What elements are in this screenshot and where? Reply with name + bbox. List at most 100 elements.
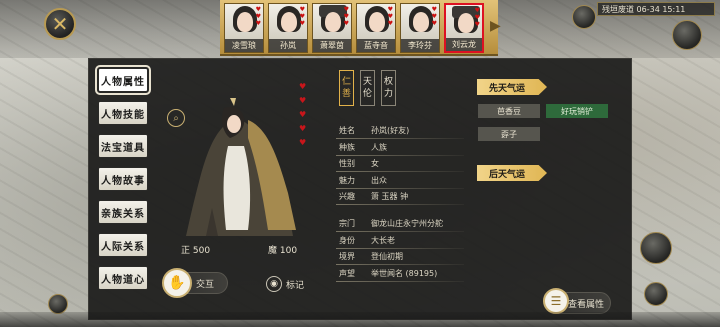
heart-icon: ♥	[299, 110, 307, 119]
virtue-tab[interactable]: 权力	[381, 70, 396, 106]
face-shape	[369, 12, 385, 32]
info-key: 声望	[339, 268, 355, 278]
heart-icon: ♥ ♥ ♥	[474, 7, 480, 28]
row-divider	[336, 187, 464, 189]
portrait-name: 凌雪琅	[225, 39, 263, 52]
info-row: 魅力 出众	[339, 175, 387, 186]
info-row: 声望 举世闻名 (89195)	[339, 268, 437, 279]
bottom-status-bar	[0, 312, 720, 327]
info-value: 御龙山庄永宁州分舵	[371, 219, 443, 228]
portrait-slot[interactable]: ♥ ♥ ♥ 孙岚	[268, 3, 308, 53]
favor-hearts: ♥ ♥ ♥ ♥ ♥	[299, 80, 307, 150]
virtue-char: 仁	[341, 77, 351, 87]
side-tab[interactable]: 人物道心	[98, 266, 148, 290]
side-tab[interactable]: 亲族关系	[98, 200, 148, 224]
side-tab[interactable]: 人际关系	[98, 233, 148, 257]
info-value: 大长老	[371, 235, 395, 245]
face-shape	[413, 12, 429, 32]
hud-map-icon[interactable]	[672, 20, 702, 50]
character-portrait-bar: ♥ ♥ ♥ 凌雪琅 ♥ ♥ ♥ 孙岚 ♥ ♥ ♥ 萧翠茵 ♥ ♥ ♥ 蓝寺音 ♥ ♥ ♥ 李玲芬 ♥ ♥ ♥ 刘云龙	[220, 0, 498, 56]
virtue-char: 伦	[362, 89, 372, 99]
info-row: 种族 人族	[339, 142, 387, 153]
row-divider	[336, 247, 464, 249]
bottom-right-menu-icon[interactable]	[644, 282, 668, 306]
view-attributes-label: 查看属性	[567, 299, 604, 310]
date-display: 残垣废道 06-34 15:11	[597, 2, 715, 16]
virtue-tab[interactable]: 天伦	[360, 70, 375, 106]
bottom-left-menu-icon[interactable]	[48, 294, 68, 314]
fate-item[interactable]: 孬子	[478, 127, 540, 141]
heart-icon: ♥	[299, 124, 307, 133]
hud-menu-icon[interactable]	[572, 5, 596, 29]
eye-icon[interactable]: ◉	[266, 276, 282, 292]
close-button[interactable]: ✕	[44, 8, 76, 40]
row-divider	[336, 280, 464, 282]
info-value: 登仙初期	[371, 252, 403, 261]
info-key: 种族	[339, 142, 355, 152]
face-shape	[325, 12, 341, 32]
virtue-char: 天	[362, 77, 372, 87]
row-divider	[336, 171, 464, 172]
fate-item[interactable]: 好玩销铲	[546, 104, 608, 118]
info-key: 魅力	[339, 175, 355, 185]
heart-icon: ♥	[299, 138, 307, 147]
demonic-value: 魔 100	[268, 246, 298, 256]
portrait-slot[interactable]: ♥ ♥ ♥ 萧翠茵	[312, 3, 352, 53]
portrait-slot[interactable]: ♥ ♥ ♥ 刘云龙	[444, 3, 484, 53]
portrait-name: 刘云龙	[446, 38, 482, 51]
info-row: 境界 登仙初期	[339, 251, 403, 262]
row-divider	[336, 231, 464, 232]
face-shape	[281, 12, 297, 32]
info-value: 孙岚(好友)	[371, 126, 410, 135]
heart-icon: ♥ ♥ ♥	[343, 6, 349, 27]
heart-icon: ♥ ♥ ♥	[431, 6, 437, 27]
info-value: 箫 玉器 钟	[371, 192, 409, 201]
taiji-icon[interactable]	[640, 232, 672, 264]
close-x-icon: ✕	[51, 12, 69, 36]
info-value: 女	[371, 159, 379, 168]
heart-icon: ♥ ♥ ♥	[299, 6, 305, 27]
fate-item[interactable]: 芭香豆	[478, 104, 540, 118]
interact-button-label: 交互	[195, 279, 214, 290]
virtue-tab[interactable]: 仁善	[339, 70, 354, 106]
portrait-bar-arrow-icon[interactable]: ▶	[490, 18, 501, 34]
row-divider	[336, 154, 464, 156]
row-divider	[336, 264, 464, 265]
heart-icon: ♥	[299, 96, 307, 105]
heart-icon: ♥	[299, 82, 307, 91]
side-tab[interactable]: 人物属性	[95, 65, 151, 95]
side-tab[interactable]: 人物故事	[98, 167, 148, 191]
info-key: 境界	[339, 252, 355, 261]
face-shape	[458, 13, 474, 33]
info-key: 身份	[339, 235, 355, 245]
info-value: 人族	[371, 142, 387, 152]
virtue-char: 权	[383, 77, 393, 87]
acquired-fate-title: 后天气运	[477, 165, 547, 181]
info-key: 性别	[339, 159, 355, 168]
mark-label[interactable]: 标记	[286, 278, 304, 291]
info-value: 出众	[371, 175, 387, 185]
hand-icon[interactable]: ✋	[162, 268, 192, 298]
portrait-slot[interactable]: ♥ ♥ ♥ 李玲芬	[400, 3, 440, 53]
heart-icon: ♥ ♥ ♥	[255, 6, 261, 27]
portrait-name: 李玲芬	[401, 39, 439, 52]
info-row: 宗门 御龙山庄永宁州分舵	[339, 218, 443, 229]
info-row: 兴趣 箫 玉器 钟	[339, 191, 408, 202]
portrait-slot[interactable]: ♥ ♥ ♥ 蓝寺音	[356, 3, 396, 53]
side-tab[interactable]: 人物技能	[98, 101, 148, 125]
righteous-value: 正 500	[181, 246, 211, 256]
row-divider	[336, 204, 464, 205]
portrait-slot[interactable]: ♥ ♥ ♥ 凌雪琅	[224, 3, 264, 53]
heart-icon: ♥ ♥ ♥	[387, 6, 393, 27]
attribute-icon[interactable]: ☰	[543, 288, 569, 314]
info-key: 姓名	[339, 126, 355, 135]
info-value: 举世闻名 (89195)	[371, 268, 438, 278]
info-row: 身份 大长老	[339, 235, 395, 246]
virtue-char: 善	[341, 89, 351, 99]
side-tab[interactable]: 法宝道具	[98, 134, 148, 158]
info-key: 宗门	[339, 219, 355, 228]
face-shape	[237, 12, 253, 32]
info-row: 性别 女	[339, 158, 379, 169]
portrait-name: 萧翠茵	[313, 39, 351, 52]
portrait-name: 孙岚	[269, 39, 307, 52]
